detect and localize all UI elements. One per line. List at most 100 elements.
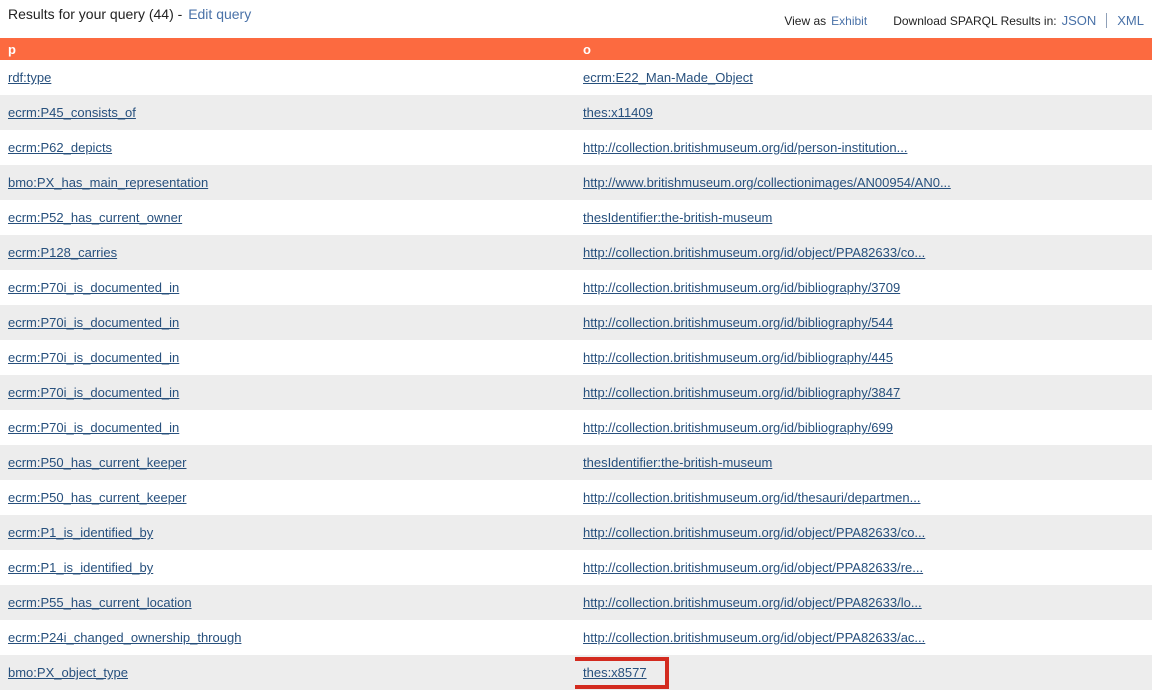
predicate-link[interactable]: ecrm:P45_consists_of	[8, 105, 136, 120]
object-link[interactable]: http://collection.britishmuseum.org/id/o…	[583, 245, 925, 260]
object-cell: http://collection.britishmuseum.org/id/o…	[575, 585, 1152, 620]
table-row: ecrm:P24i_changed_ownership_through http:…	[0, 620, 1152, 655]
predicate-link[interactable]: ecrm:P70i_is_documented_in	[8, 315, 179, 330]
object-cell: thes:x8577	[575, 655, 1152, 690]
table-row: ecrm:P70i_is_documented_in http://collect…	[0, 410, 1152, 445]
column-header-p: p	[0, 38, 575, 60]
download-label: Download SPARQL Results in:	[893, 14, 1056, 28]
edit-query-link[interactable]: Edit query	[188, 6, 251, 22]
sparql-results-page: Results for your query (44) - Edit query…	[0, 0, 1152, 691]
table-row: ecrm:P128_carries http://collection.briti…	[0, 235, 1152, 270]
predicate-link[interactable]: ecrm:P70i_is_documented_in	[8, 280, 179, 295]
table-row: ecrm:P55_has_current_location http://coll…	[0, 585, 1152, 620]
download-xml-link[interactable]: XML	[1117, 13, 1144, 28]
download-group: Download SPARQL Results in: JSON XML	[893, 10, 1144, 28]
results-header-bar: Results for your query (44) - Edit query…	[0, 0, 1152, 38]
predicate-link[interactable]: ecrm:P70i_is_documented_in	[8, 420, 179, 435]
table-row: ecrm:P45_consists_of thes:x11409	[0, 95, 1152, 130]
table-row: bmo:PX_object_type thes:x8577	[0, 655, 1152, 690]
predicate-link[interactable]: ecrm:P70i_is_documented_in	[8, 385, 179, 400]
object-cell: http://collection.britishmuseum.org/id/o…	[575, 620, 1152, 655]
highlight-box: thes:x8577	[575, 657, 669, 689]
predicate-link[interactable]: ecrm:P128_carries	[8, 245, 117, 260]
title-separator: -	[174, 6, 186, 22]
predicate-link[interactable]: ecrm:P1_is_identified_by	[8, 525, 153, 540]
predicate-cell: ecrm:P70i_is_documented_in	[0, 375, 575, 410]
table-row: ecrm:P1_is_identified_by http://collectio…	[0, 550, 1152, 585]
object-link[interactable]: thesIdentifier:the-british-museum	[583, 210, 772, 225]
object-cell: http://collection.britishmuseum.org/id/b…	[575, 340, 1152, 375]
predicate-link[interactable]: bmo:PX_has_main_representation	[8, 175, 208, 190]
table-row: ecrm:P50_has_current_keeper thesIdentifie…	[0, 445, 1152, 480]
object-link[interactable]: thesIdentifier:the-british-museum	[583, 455, 772, 470]
predicate-link[interactable]: ecrm:P50_has_current_keeper	[8, 490, 187, 505]
results-table: p o rdf:type ecrm:E22_Man-Made_Objectecrm…	[0, 38, 1152, 690]
predicate-link[interactable]: bmo:PX_object_type	[8, 665, 128, 680]
results-title-area: Results for your query (44) - Edit query	[8, 6, 251, 22]
predicate-link[interactable]: ecrm:P62_depicts	[8, 140, 112, 155]
predicate-link[interactable]: ecrm:P50_has_current_keeper	[8, 455, 187, 470]
object-link[interactable]: http://collection.britishmuseum.org/id/p…	[583, 140, 907, 155]
page-title: Results for your query (44)	[8, 6, 174, 22]
object-cell: ecrm:E22_Man-Made_Object	[575, 60, 1152, 95]
table-body: rdf:type ecrm:E22_Man-Made_Object ecrm:P45…	[0, 60, 1152, 690]
object-link[interactable]: http://collection.britishmuseum.org/id/b…	[583, 280, 900, 295]
object-cell: http://collection.britishmuseum.org/id/b…	[575, 375, 1152, 410]
object-link[interactable]: http://collection.britishmuseum.org/id/b…	[583, 420, 893, 435]
table-header-row: p o	[0, 38, 1152, 60]
download-json-link[interactable]: JSON	[1062, 13, 1097, 28]
predicate-cell: ecrm:P52_has_current_owner	[0, 200, 575, 235]
predicate-cell: ecrm:P70i_is_documented_in	[0, 410, 575, 445]
exhibit-link[interactable]: Exhibit	[831, 14, 867, 28]
object-cell: http://collection.britishmuseum.org/id/b…	[575, 270, 1152, 305]
predicate-cell: ecrm:P50_has_current_keeper	[0, 445, 575, 480]
predicate-cell: ecrm:P70i_is_documented_in	[0, 305, 575, 340]
predicate-cell: ecrm:P45_consists_of	[0, 95, 575, 130]
object-cell: http://collection.britishmuseum.org/id/b…	[575, 410, 1152, 445]
object-link[interactable]: http://collection.britishmuseum.org/id/o…	[583, 595, 922, 610]
predicate-link[interactable]: ecrm:P70i_is_documented_in	[8, 350, 179, 365]
object-cell: http://collection.britishmuseum.org/id/o…	[575, 235, 1152, 270]
object-link[interactable]: ecrm:E22_Man-Made_Object	[583, 70, 753, 85]
object-link[interactable]: http://collection.britishmuseum.org/id/o…	[583, 525, 925, 540]
object-link[interactable]: http://collection.britishmuseum.org/id/b…	[583, 350, 893, 365]
object-link[interactable]: http://www.britishmuseum.org/collectioni…	[583, 175, 951, 190]
object-cell: http://collection.britishmuseum.org/id/o…	[575, 515, 1152, 550]
object-cell: http://collection.britishmuseum.org/id/o…	[575, 550, 1152, 585]
object-link[interactable]: http://collection.britishmuseum.org/id/b…	[583, 315, 893, 330]
object-cell: thes:x11409	[575, 95, 1152, 130]
format-divider	[1106, 13, 1107, 28]
predicate-cell: ecrm:P55_has_current_location	[0, 585, 575, 620]
object-cell: http://collection.britishmuseum.org/id/b…	[575, 305, 1152, 340]
predicate-cell: rdf:type	[0, 60, 575, 95]
object-cell: http://collection.britishmuseum.org/id/p…	[575, 130, 1152, 165]
predicate-cell: ecrm:P70i_is_documented_in	[0, 270, 575, 305]
object-link[interactable]: thes:x11409	[583, 105, 653, 120]
object-link[interactable]: thes:x8577	[583, 665, 647, 680]
predicate-link[interactable]: ecrm:P55_has_current_location	[8, 595, 192, 610]
object-cell: thesIdentifier:the-british-museum	[575, 200, 1152, 235]
object-cell: http://collection.britishmuseum.org/id/t…	[575, 480, 1152, 515]
predicate-link[interactable]: ecrm:P24i_changed_ownership_through	[8, 630, 241, 645]
object-link[interactable]: http://collection.britishmuseum.org/id/b…	[583, 385, 900, 400]
predicate-link[interactable]: ecrm:P1_is_identified_by	[8, 560, 153, 575]
table-row: ecrm:P70i_is_documented_in http://collect…	[0, 340, 1152, 375]
predicate-link[interactable]: rdf:type	[8, 70, 51, 85]
predicate-cell: ecrm:P1_is_identified_by	[0, 550, 575, 585]
object-cell: thesIdentifier:the-british-museum	[575, 445, 1152, 480]
table-row: ecrm:P62_depicts http://collection.britis…	[0, 130, 1152, 165]
object-link[interactable]: http://collection.britishmuseum.org/id/o…	[583, 560, 923, 575]
column-header-o: o	[575, 38, 1152, 60]
table-row: ecrm:P70i_is_documented_in http://collect…	[0, 305, 1152, 340]
object-link[interactable]: http://collection.britishmuseum.org/id/t…	[583, 490, 920, 505]
predicate-cell: bmo:PX_object_type	[0, 655, 575, 690]
object-link[interactable]: http://collection.britishmuseum.org/id/o…	[583, 630, 925, 645]
view-as-group: View as Exhibit	[784, 14, 867, 28]
results-actions-area: View as Exhibit Download SPARQL Results …	[784, 6, 1144, 28]
table-row: ecrm:P50_has_current_keeper http://collec…	[0, 480, 1152, 515]
table-row: ecrm:P1_is_identified_by http://collectio…	[0, 515, 1152, 550]
predicate-cell: ecrm:P128_carries	[0, 235, 575, 270]
predicate-link[interactable]: ecrm:P52_has_current_owner	[8, 210, 182, 225]
view-as-label: View as	[784, 14, 826, 28]
predicate-cell: ecrm:P62_depicts	[0, 130, 575, 165]
